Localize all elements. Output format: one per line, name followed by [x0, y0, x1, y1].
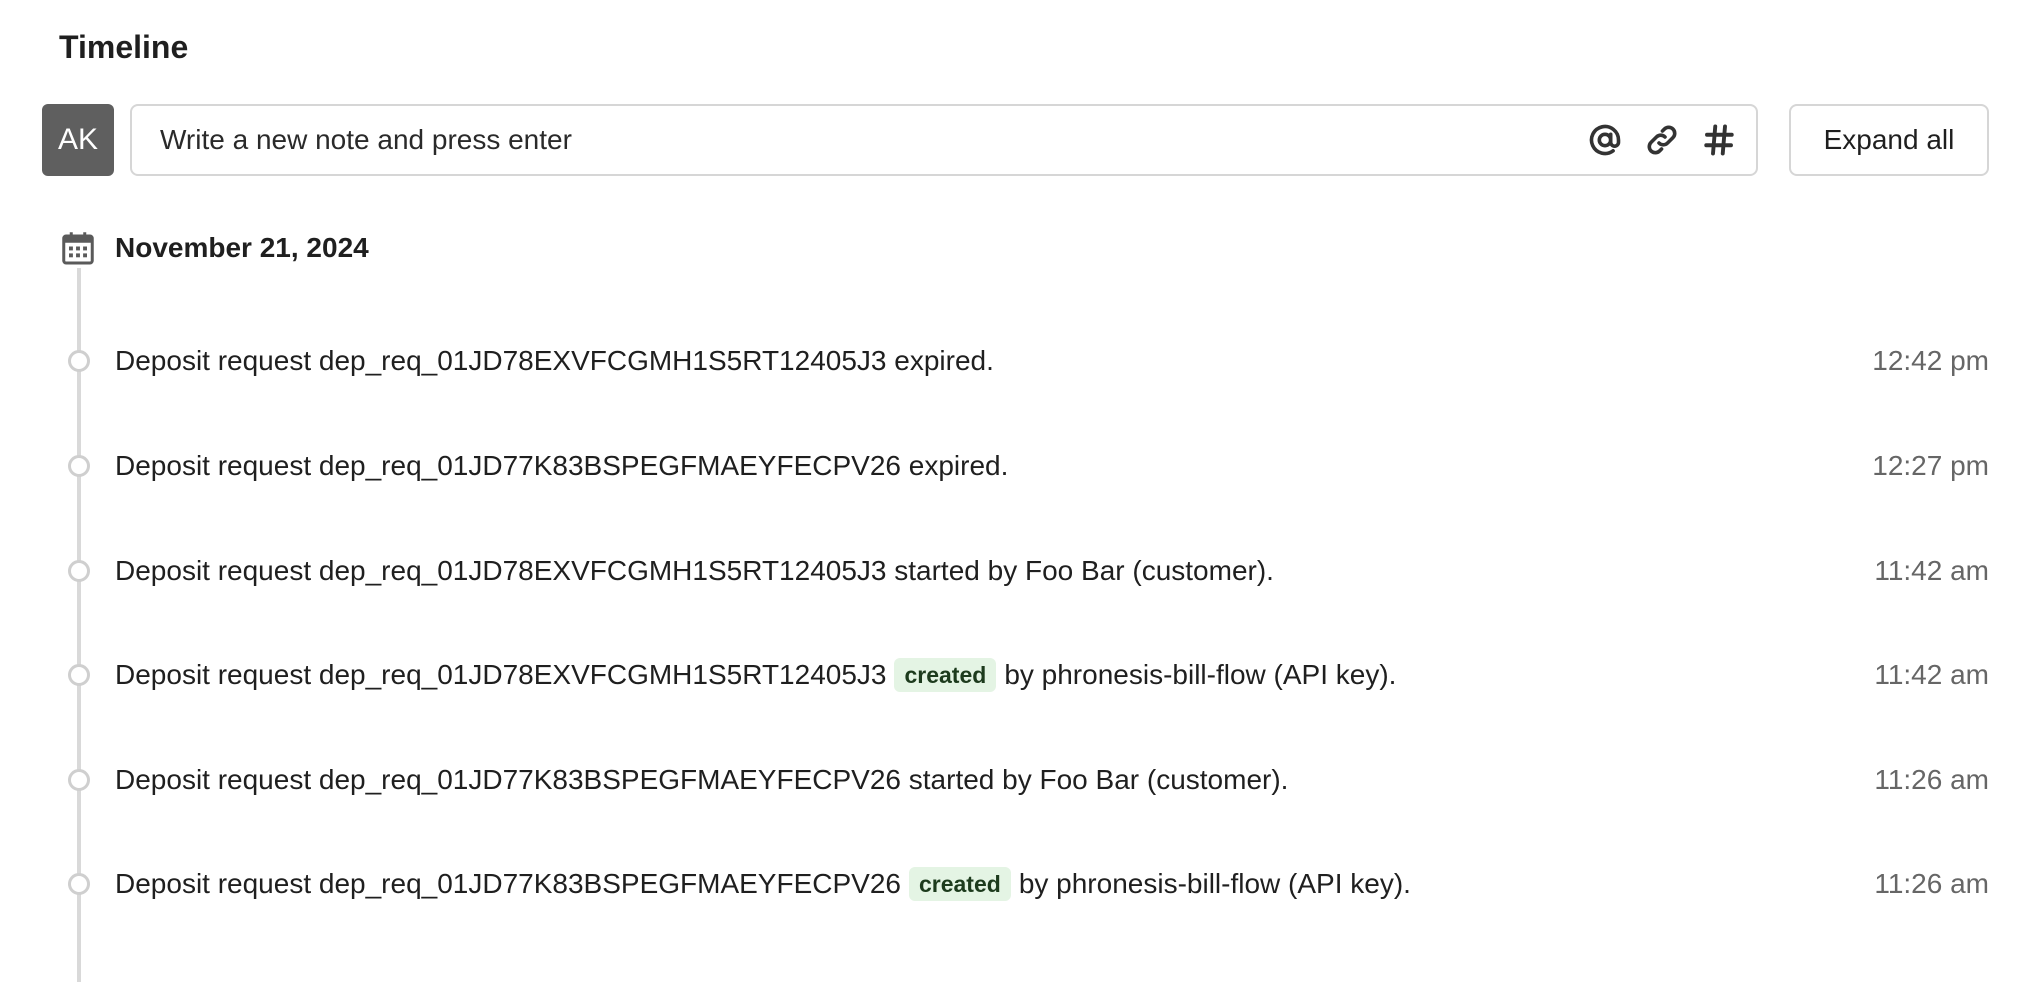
- status-badge: created: [894, 658, 997, 692]
- timeline-title: Timeline: [59, 29, 189, 65]
- timeline-panel: Timeline AK Write a new note and press e…: [0, 0, 2026, 982]
- expand-all-button[interactable]: Expand all: [1789, 104, 1989, 176]
- timeline-event: Deposit request dep_req_01JD78EXVFCGMH1S…: [60, 339, 1989, 383]
- status-badge: created: [908, 867, 1011, 901]
- timeline-dot-icon: [68, 560, 90, 582]
- timeline-dot-icon: [68, 455, 90, 477]
- at-sign-icon[interactable]: [1586, 121, 1624, 159]
- timeline-event: Deposit request dep_req_01JD78EXVFCGMH1S…: [60, 549, 1989, 593]
- event-time: 12:42 pm: [1872, 345, 1989, 376]
- paperclip-icon[interactable]: [1643, 121, 1681, 159]
- event-text: Deposit request dep_req_01JD77K83BSPEGFM…: [115, 866, 1411, 902]
- event-description: Deposit request dep_req_01JD77K83BSPEGFM…: [115, 868, 901, 899]
- note-input[interactable]: [160, 106, 1560, 174]
- event-description: Deposit request dep_req_01JD77K83BSPEGFM…: [115, 764, 1289, 795]
- event-description: Deposit request dep_req_01JD78EXVFCGMH1S…: [115, 345, 994, 376]
- event-actor: by phronesis-bill-flow (API key).: [1018, 868, 1411, 899]
- event-description: Deposit request dep_req_01JD78EXVFCGMH1S…: [115, 659, 887, 690]
- date-header: November 21, 2024: [60, 226, 660, 270]
- event-time: 11:42 am: [1874, 659, 1989, 690]
- event-description: Deposit request dep_req_01JD78EXVFCGMH1S…: [115, 555, 1274, 586]
- event-time: 11:42 am: [1874, 555, 1989, 586]
- timeline-event: Deposit request dep_req_01JD77K83BSPEGFM…: [60, 758, 1989, 802]
- note-input-container[interactable]: [130, 104, 1758, 176]
- event-text: Deposit request dep_req_01JD78EXVFCGMH1S…: [115, 343, 994, 379]
- event-time: 11:26 am: [1874, 868, 1989, 899]
- note-composer: AK Write a new note and press enter Expa…: [42, 104, 1989, 176]
- event-text: Deposit request dep_req_01JD77K83BSPEGFM…: [115, 762, 1288, 798]
- avatar: AK: [42, 104, 114, 176]
- event-time: 11:26 am: [1874, 764, 1989, 795]
- event-description: Deposit request dep_req_01JD77K83BSPEGFM…: [115, 450, 1009, 481]
- event-actor: by phronesis-bill-flow (API key).: [1004, 659, 1397, 690]
- timeline-dot-icon: [68, 664, 90, 686]
- timeline-dot-icon: [68, 769, 90, 791]
- event-text: Deposit request dep_req_01JD77K83BSPEGFM…: [115, 448, 1008, 484]
- hashtag-icon[interactable]: [1700, 121, 1738, 159]
- timeline-dot-icon: [68, 350, 90, 372]
- event-text: Deposit request dep_req_01JD78EXVFCGMH1S…: [115, 657, 1396, 693]
- timeline-event: Deposit request dep_req_01JD77K83BSPEGFM…: [60, 444, 1989, 488]
- timeline-dot-icon: [68, 873, 90, 895]
- event-time: 12:27 pm: [1872, 450, 1989, 481]
- calendar-icon: [60, 230, 96, 266]
- timeline-event: Deposit request dep_req_01JD78EXVFCGMH1S…: [60, 653, 1989, 697]
- event-text: Deposit request dep_req_01JD78EXVFCGMH1S…: [115, 553, 1274, 589]
- date-label: November 21, 2024: [115, 232, 369, 263]
- timeline-event: Deposit request dep_req_01JD77K83BSPEGFM…: [60, 862, 1989, 906]
